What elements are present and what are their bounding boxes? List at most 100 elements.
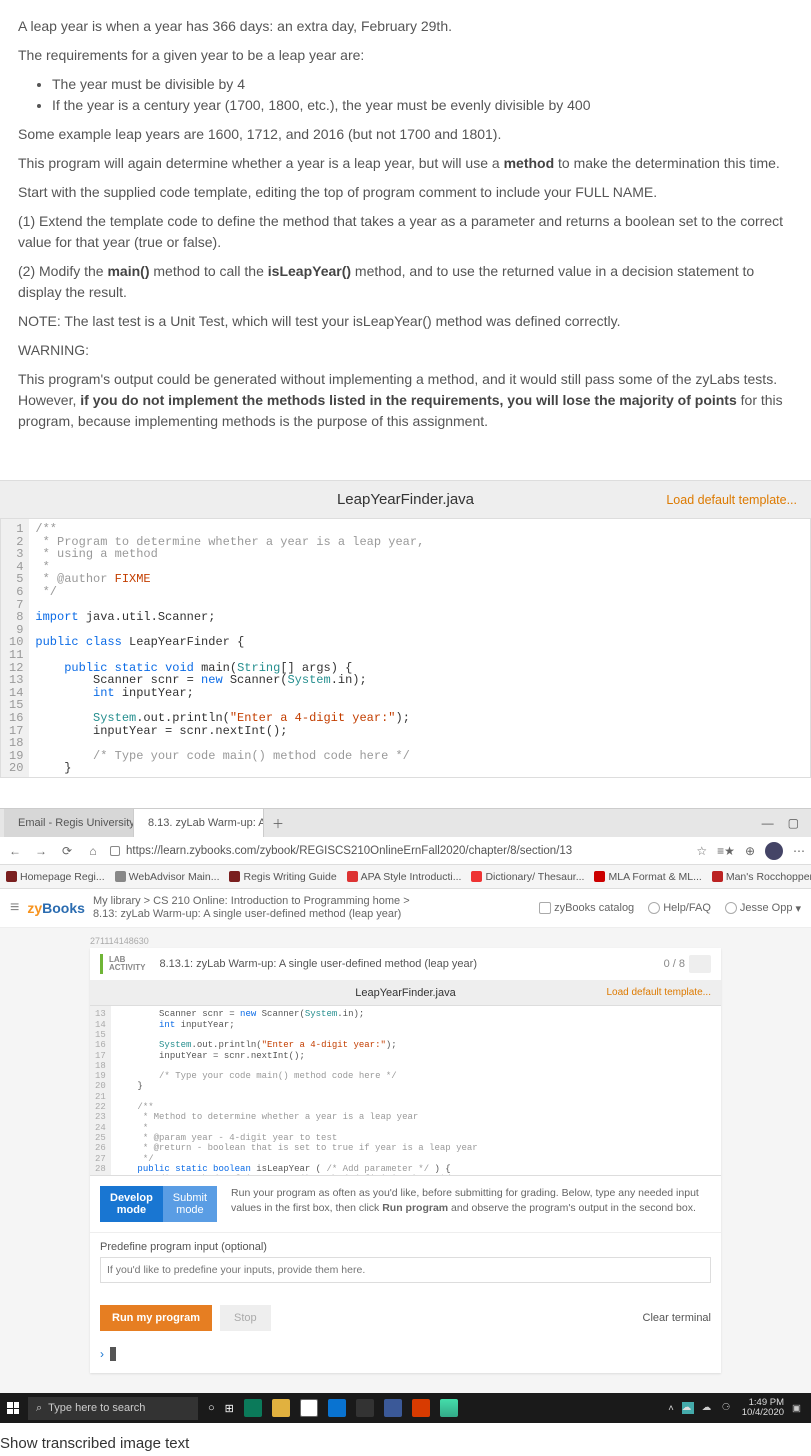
mode-toggle: Develop mode Submit mode [100,1186,217,1222]
zybooks-content: 271114148630 LAB ACTIVITY 8.13.1: zyLab … [0,928,811,1393]
mode-help-text: Run your program as often as you'd like,… [231,1186,711,1215]
para: A leap year is when a year has 366 days:… [18,16,793,37]
office-icon[interactable] [412,1399,430,1417]
bookmark-item[interactable]: Homepage Regi... [6,871,105,883]
activity-title: 8.13.1: zyLab Warm-up: A single user-def… [159,958,477,970]
photos-icon[interactable] [440,1399,458,1417]
profile-icon[interactable] [765,842,783,860]
back-button[interactable]: ← [6,844,24,858]
predefine-input[interactable] [100,1257,711,1283]
develop-mode-button[interactable]: Develop mode [100,1186,163,1222]
user-menu[interactable]: Jesse Opp ▾ [725,902,801,915]
bookmark-icon [712,871,723,882]
taskbar-icons: ○ ⊞ [208,1399,458,1417]
lab-badge: LAB ACTIVITY [100,954,151,974]
terminal-cursor [110,1347,116,1361]
load-default-template-link[interactable]: Load default template... [606,987,711,998]
code-editor[interactable]: 1234567891011121314151617181920 /** * Pr… [0,518,811,778]
bookmark-item[interactable]: APA Style Introducti... [347,871,462,883]
para: (2) Modify the main() method to call the… [18,261,793,303]
warning-label: WARNING: [18,340,793,361]
start-button[interactable] [4,1402,22,1414]
browser-tab-active[interactable]: 8.13. zyLab Warm-up: A single u × [134,809,264,837]
submit-mode-button[interactable]: Submit mode [163,1186,217,1222]
line-gutter: 1314151617181920212223242526272829303132 [90,1006,111,1175]
help-link[interactable]: Help/FAQ [648,902,711,914]
taskbar-search[interactable]: ⌕ Type here to search [28,1397,198,1420]
system-tray: ˄ ☁ ☁ ⚆ 1:49 PM 10/4/2020 ▣ [668,1398,807,1419]
bookmark-item[interactable]: Dictionary/ Thesaur... [471,871,584,883]
stop-button[interactable]: Stop [220,1305,271,1331]
terminal-caret-icon: › [100,1347,104,1361]
para: NOTE: The last test is a Unit Test, whic… [18,311,793,332]
breadcrumb[interactable]: My library > CS 210 Online: Introduction… [93,895,410,921]
run-program-button[interactable]: Run my program [100,1305,212,1331]
code-content[interactable]: Scanner scnr = new Scanner(System.in); i… [111,1006,721,1175]
para: This program will again determine whethe… [18,153,793,174]
settings-icon[interactable] [356,1399,374,1417]
help-icon [648,902,660,914]
bookmark-item[interactable]: Regis Writing Guide [229,871,336,883]
edge-icon[interactable] [244,1399,262,1417]
code-content[interactable]: /** * Program to determine whether a yea… [29,519,810,777]
minimize-icon[interactable]: — [762,816,774,830]
para: The requirements for a given year to be … [18,45,793,66]
terminal[interactable]: › [90,1341,721,1373]
browser-window: Email - Regis University × 8.13. zyLab W… [0,808,811,1423]
collections-icon[interactable]: ⊕ [745,844,755,858]
onedrive-icon[interactable]: ☁ [682,1402,694,1414]
bookmark-icon [347,871,358,882]
bookmark-icon [6,871,17,882]
bookmarks-bar: Homepage Regi... WebAdvisor Main... Regi… [0,865,811,889]
favorites-icon[interactable]: ≡★ [717,844,735,858]
notifications-icon[interactable]: ▣ [792,1403,801,1414]
para: Start with the supplied code template, e… [18,182,793,203]
bookmark-item[interactable]: WebAdvisor Main... [115,871,220,883]
refresh-button[interactable]: ⟳ [58,844,76,858]
lab-activity-card: LAB ACTIVITY 8.13.1: zyLab Warm-up: A si… [90,948,721,1373]
mail-icon[interactable] [328,1399,346,1417]
new-tab-button[interactable]: ＋ [264,815,292,832]
bookmark-item[interactable]: Man's Rocchopper... [712,871,811,883]
clear-terminal-link[interactable]: Clear terminal [643,1312,711,1324]
lock-icon [110,846,120,856]
addrbar-icons: ☆ ≡★ ⊕ ⋯ [696,842,805,860]
requirements-list: The year must be divisible by 4 If the y… [18,74,793,116]
url-input[interactable]: https://learn.zybooks.com/zybook/REGISCS… [110,845,688,857]
problem-statement: A leap year is when a year has 366 days:… [0,0,811,480]
activity-header: LAB ACTIVITY 8.13.1: zyLab Warm-up: A si… [90,948,721,981]
para: (1) Extend the template code to define t… [18,211,793,253]
home-button[interactable]: ⌂ [84,844,102,858]
forward-button[interactable]: → [32,844,50,858]
load-default-template-link[interactable]: Load default template... [666,493,797,507]
predefine-input-section: Predefine program input (optional) [90,1233,721,1295]
store-icon[interactable] [300,1399,318,1417]
catalog-link[interactable]: zyBooks catalog [539,902,634,914]
maximize-icon[interactable]: ▢ [788,816,799,830]
zybooks-logo[interactable]: zyBooks [27,900,85,916]
bookmark-item[interactable]: MLA Format & ML... [594,871,701,883]
clock[interactable]: 1:49 PM 10/4/2020 [742,1398,784,1419]
activity-score: 0 / 8 [664,955,711,973]
tray-chevron-icon[interactable]: ˄ [668,1403,674,1414]
facebook-icon[interactable] [384,1399,402,1417]
task-view-icon[interactable]: ⊞ [225,1402,234,1415]
network-icon[interactable]: ⚆ [722,1402,734,1414]
list-item: The year must be divisible by 4 [52,74,793,95]
menu-icon[interactable]: ⋯ [793,844,805,858]
show-transcribed-link[interactable]: Show transcribed image text [0,1423,811,1456]
cloud-icon[interactable]: ☁ [702,1402,714,1414]
hamburger-menu-icon[interactable]: ≡ [10,899,19,917]
para: Some example leap years are 1600, 1712, … [18,124,793,145]
run-bar: Run my program Stop Clear terminal [90,1295,721,1341]
mini-filename: LeapYearFinder.java [355,987,456,999]
browser-tab[interactable]: Email - Regis University × [4,809,134,837]
star-icon[interactable]: ☆ [696,844,707,858]
mini-code-editor[interactable]: 1314151617181920212223242526272829303132… [90,1006,721,1176]
fragment-id: 271114148630 [90,936,721,946]
windows-icon [7,1402,19,1414]
bookmark-icon [471,871,482,882]
file-explorer-icon[interactable] [272,1399,290,1417]
cortana-icon[interactable]: ○ [208,1402,215,1414]
screenshot-lower: Email - Regis University × 8.13. zyLab W… [0,808,811,1423]
